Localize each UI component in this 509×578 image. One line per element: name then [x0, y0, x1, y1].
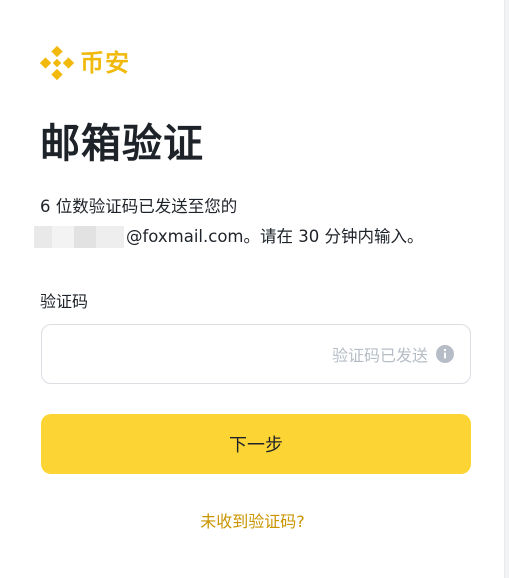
- binance-logo-icon: [40, 46, 74, 80]
- next-step-button[interactable]: 下一步: [41, 414, 471, 474]
- description-line: 6 位数验证码已发送至您的: [40, 197, 238, 216]
- code-sent-hint: 验证码已发送: [331, 346, 428, 365]
- code-input[interactable]: [42, 325, 332, 383]
- code-field-label: 验证码: [40, 292, 89, 311]
- verification-description: 6 位数验证码已发送至您的 @foxmail.com。请在 30 分钟内输入。: [34, 192, 480, 252]
- brand-logo[interactable]: 币安: [40, 46, 130, 80]
- code-field[interactable]: 验证码已发送: [41, 324, 471, 384]
- email-verification-card: 币安 邮箱验证 6 位数验证码已发送至您的 @foxmail.com。请在 30…: [0, 0, 505, 578]
- page-title: 邮箱验证: [40, 121, 204, 167]
- brand-name: 币安: [80, 49, 130, 77]
- email-line: @foxmail.com。请在 30 分钟内输入。: [34, 222, 480, 252]
- email-suffix: @foxmail.com。请在 30 分钟内输入。: [126, 227, 424, 246]
- redacted-email-name: [34, 226, 124, 248]
- info-icon[interactable]: [436, 345, 454, 363]
- resend-code-link[interactable]: 未收到验证码?: [0, 510, 505, 534]
